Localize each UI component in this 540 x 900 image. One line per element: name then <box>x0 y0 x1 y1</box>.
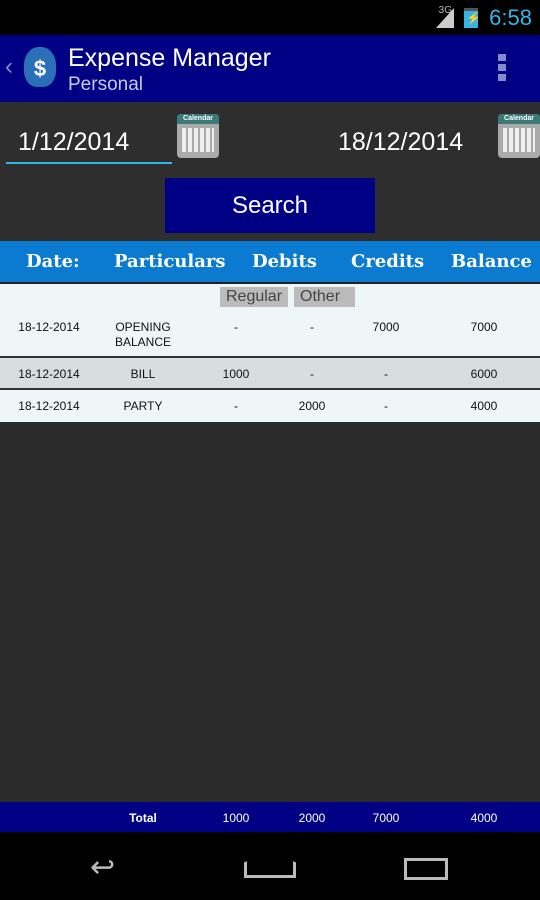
header-date: Date: <box>26 251 80 272</box>
total-label: Total <box>129 811 157 825</box>
battery-charging-icon: ⚡ <box>464 8 481 28</box>
to-date-field[interactable]: 18/12/2014 <box>338 128 463 157</box>
total-credits: 7000 <box>372 811 400 825</box>
from-date-field[interactable]: 1/12/2014 <box>6 128 172 164</box>
header-particulars: Particulars <box>114 251 226 272</box>
clock: 6:58 <box>489 5 532 30</box>
cell-credits: - <box>384 367 388 381</box>
app-subtitle: Personal <box>68 74 143 95</box>
cell-date: 18-12-2014 <box>18 367 80 381</box>
cell-date: 18-12-2014 <box>18 320 80 334</box>
cell-credits: 7000 <box>372 320 400 334</box>
total-regular: 1000 <box>222 811 250 825</box>
home-icon[interactable] <box>244 852 296 878</box>
header-credits: Credits <box>351 251 425 272</box>
cell-particulars: OPENING BALANCE <box>114 320 172 349</box>
cell-other: - <box>310 320 314 334</box>
back-nav-icon[interactable]: ↩ <box>90 850 115 885</box>
back-icon[interactable]: ‹ <box>5 53 13 81</box>
recent-apps-icon[interactable] <box>404 858 448 880</box>
cell-balance: 7000 <box>470 320 498 334</box>
totals-bar: Total 1000 2000 7000 4000 <box>0 802 540 832</box>
total-balance: 4000 <box>470 811 498 825</box>
header-balance: Balance <box>451 251 532 272</box>
cell-balance: 6000 <box>470 367 498 381</box>
table-row[interactable]: 18-12-2014 BILL 1000 - - 6000 <box>0 358 540 390</box>
subheader-other: Other <box>294 287 355 307</box>
transactions-table: Date: Particulars Debits Credits Balance… <box>0 241 540 422</box>
total-other: 2000 <box>298 811 326 825</box>
cell-balance: 4000 <box>470 399 498 413</box>
money-bag-logo[interactable]: $ <box>24 47 56 87</box>
header-debits: Debits <box>252 251 317 272</box>
cell-regular: 1000 <box>222 367 250 381</box>
cell-regular: - <box>234 399 238 413</box>
app-bar: ‹ $ Expense Manager Personal <box>0 35 540 102</box>
cell-other: 2000 <box>298 399 326 413</box>
table-row[interactable]: 18-12-2014 OPENING BALANCE - - 7000 7000 <box>0 310 540 358</box>
overflow-menu-icon[interactable] <box>498 54 506 84</box>
cell-credits: - <box>384 399 388 413</box>
calendar-icon[interactable]: Calendar <box>177 114 219 158</box>
navigation-bar: ↩ <box>0 832 540 900</box>
app-title: Expense Manager <box>68 44 271 72</box>
cell-particulars: PARTY <box>123 399 163 413</box>
cell-other: - <box>310 367 314 381</box>
subheader-regular: Regular <box>220 287 289 307</box>
table-row[interactable]: 18-12-2014 PARTY - 2000 - 4000 <box>0 390 540 422</box>
calendar-icon[interactable]: Calendar <box>498 114 540 158</box>
table-header: Date: Particulars Debits Credits Balance <box>0 241 540 284</box>
search-button[interactable]: Search <box>165 178 375 233</box>
signal-icon <box>436 8 454 28</box>
date-filter: 1/12/2014 Calendar 18/12/2014 Calendar S… <box>0 102 540 241</box>
debit-subheader: Regular Other <box>0 284 540 310</box>
cell-regular: - <box>234 320 238 334</box>
cell-particulars: BILL <box>130 367 156 381</box>
status-bar: 3G ⚡ 6:58 <box>0 0 540 35</box>
cell-date: 18-12-2014 <box>18 399 80 413</box>
